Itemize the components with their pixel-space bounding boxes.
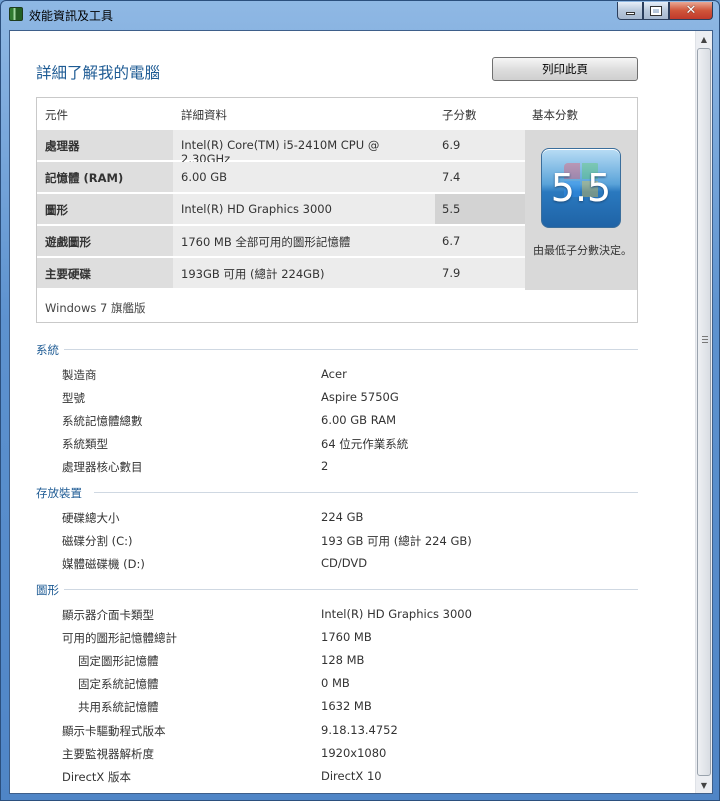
- client-area: 詳細了解我的電腦 列印此頁 元件 詳細資料 子分數 基本分數 處理器 Intel…: [9, 30, 713, 794]
- prop-label: 系統類型: [62, 437, 108, 451]
- grip-icon: [702, 336, 708, 343]
- prop-label: 顯示卡驅動程式版本: [62, 724, 166, 738]
- prop-value: 128 MB: [321, 653, 365, 667]
- section-title: 存放裝置: [36, 486, 82, 500]
- title-bar[interactable]: 效能資訊及工具 ✕: [1, 1, 719, 29]
- score-row-memory: 記憶體 (RAM) 6.00 GB 7.4: [37, 162, 525, 193]
- os-edition: Windows 7 旗艦版: [45, 301, 146, 315]
- performance-app-icon: [9, 7, 23, 21]
- header-component: 元件: [45, 108, 68, 122]
- prop-label: 顯示器介面卡類型: [62, 608, 154, 622]
- prop-label: 製造商: [62, 368, 97, 382]
- prop-value: CD/DVD: [321, 556, 368, 570]
- scroll-down-arrow-icon[interactable]: ▼: [696, 777, 712, 793]
- window-title: 效能資訊及工具: [29, 9, 114, 23]
- section-storage: 存放裝置: [36, 485, 638, 500]
- score-component: 記憶體 (RAM): [37, 162, 173, 192]
- prop-value: 1920x1080: [321, 746, 387, 760]
- header-details: 詳細資料: [181, 108, 227, 122]
- prop-value: 9.18.13.4752: [321, 723, 398, 737]
- print-page-button[interactable]: 列印此頁: [492, 57, 638, 81]
- prop-label: 媒體磁碟機 (D:): [62, 557, 145, 571]
- close-button[interactable]: ✕: [669, 2, 713, 20]
- prop-label: 固定圖形記憶體: [78, 654, 159, 668]
- prop-value: 0 MB: [321, 676, 350, 690]
- score-details: Intel(R) HD Graphics 3000: [181, 202, 332, 216]
- score-subscore: 6.9: [442, 138, 461, 152]
- score-row-processor: 處理器 Intel(R) Core(TM) i5-2410M CPU @ 2.3…: [37, 130, 525, 166]
- prop-label: 固定系統記憶體: [78, 677, 159, 691]
- prop-value: Intel(R) HD Graphics 3000: [321, 607, 472, 621]
- score-component: 遊戲圖形: [37, 226, 173, 256]
- score-row-gaming-graphics: 遊戲圖形 1760 MB 全部可用的圖形記憶體 6.7: [37, 226, 525, 257]
- vertical-scrollbar[interactable]: ▲ ▼: [695, 31, 712, 793]
- score-details: 193GB 可用 (總計 224GB): [181, 267, 325, 281]
- base-score-panel: 5.5 由最低子分數決定。: [525, 130, 637, 290]
- scroll-up-arrow-icon[interactable]: ▲: [696, 31, 712, 47]
- prop-label: 可用的圖形記憶體總計: [62, 631, 177, 645]
- section-title: 圖形: [36, 583, 59, 597]
- window: 效能資訊及工具 ✕ 詳細了解我的電腦 列印此頁 元件 詳細資料 子分數 基本分數…: [0, 0, 720, 801]
- prop-value: 1760 MB: [321, 630, 372, 644]
- prop-label: 處理器核心數目: [62, 460, 143, 474]
- prop-label: 共用系統記憶體: [78, 700, 159, 714]
- prop-value: 64 位元作業系統: [321, 437, 409, 451]
- prop-value: 6.00 GB RAM: [321, 413, 397, 427]
- section-divider: [64, 349, 638, 350]
- report-content: 詳細了解我的電腦 列印此頁 元件 詳細資料 子分數 基本分數 處理器 Intel…: [10, 31, 697, 793]
- score-component: 處理器: [37, 130, 173, 160]
- base-score-note: 由最低子分數決定。: [533, 244, 632, 257]
- maximize-icon: [650, 5, 662, 16]
- base-score-value: 5.5: [550, 166, 612, 210]
- score-component: 圖形: [37, 194, 173, 224]
- score-table: 元件 詳細資料 子分數 基本分數 處理器 Intel(R) Core(TM) i…: [36, 97, 638, 323]
- minimize-button[interactable]: [617, 2, 643, 20]
- section-graphics: 圖形: [36, 582, 638, 597]
- maximize-button[interactable]: [643, 2, 669, 20]
- score-details: Intel(R) Core(TM) i5-2410M CPU @ 2.30GHz: [181, 138, 380, 166]
- prop-value: 1632 MB: [321, 699, 372, 713]
- prop-value: 2: [321, 459, 329, 473]
- score-details: 6.00 GB: [181, 170, 228, 184]
- close-icon: ✕: [685, 3, 697, 18]
- score-row-graphics: 圖形 Intel(R) HD Graphics 3000 5.5: [37, 194, 525, 225]
- section-divider: [94, 492, 638, 493]
- prop-label: 主要監視器解析度: [62, 747, 154, 761]
- score-details: 1760 MB 全部可用的圖形記憶體: [181, 235, 351, 249]
- window-controls: ✕: [617, 2, 713, 20]
- scrollbar-thumb[interactable]: [697, 48, 711, 776]
- prop-label: 磁碟分割 (C:): [62, 534, 133, 548]
- prop-label: 系統記憶體總數: [62, 414, 143, 428]
- section-title: 系統: [36, 343, 59, 357]
- prop-value: Aspire 5750G: [321, 390, 399, 404]
- score-subscore: 7.9: [442, 266, 461, 280]
- page-title: 詳細了解我的電腦: [36, 64, 161, 82]
- prop-label: DirectX 版本: [62, 770, 131, 784]
- prop-label: 型號: [62, 391, 85, 405]
- header-subscore: 子分數: [442, 108, 477, 122]
- prop-value: DirectX 10: [321, 769, 382, 783]
- base-score-badge: 5.5: [541, 148, 621, 228]
- prop-value: 224 GB: [321, 510, 364, 524]
- section-divider: [64, 589, 638, 590]
- score-table-header: 元件 詳細資料 子分數 基本分數: [37, 98, 637, 130]
- section-system: 系統: [36, 342, 638, 357]
- score-row-primary-disk: 主要硬碟 193GB 可用 (總計 224GB) 7.9: [37, 258, 525, 289]
- score-subscore: 5.5: [435, 194, 525, 224]
- prop-label: 硬碟總大小: [62, 511, 120, 525]
- minimize-icon: [625, 12, 635, 15]
- header-base-score: 基本分數: [532, 108, 578, 122]
- score-subscore: 7.4: [442, 170, 461, 184]
- score-component: 主要硬碟: [37, 258, 173, 288]
- prop-value: Acer: [321, 367, 347, 381]
- score-subscore: 6.7: [442, 234, 461, 248]
- prop-value: 193 GB 可用 (總計 224 GB): [321, 534, 472, 548]
